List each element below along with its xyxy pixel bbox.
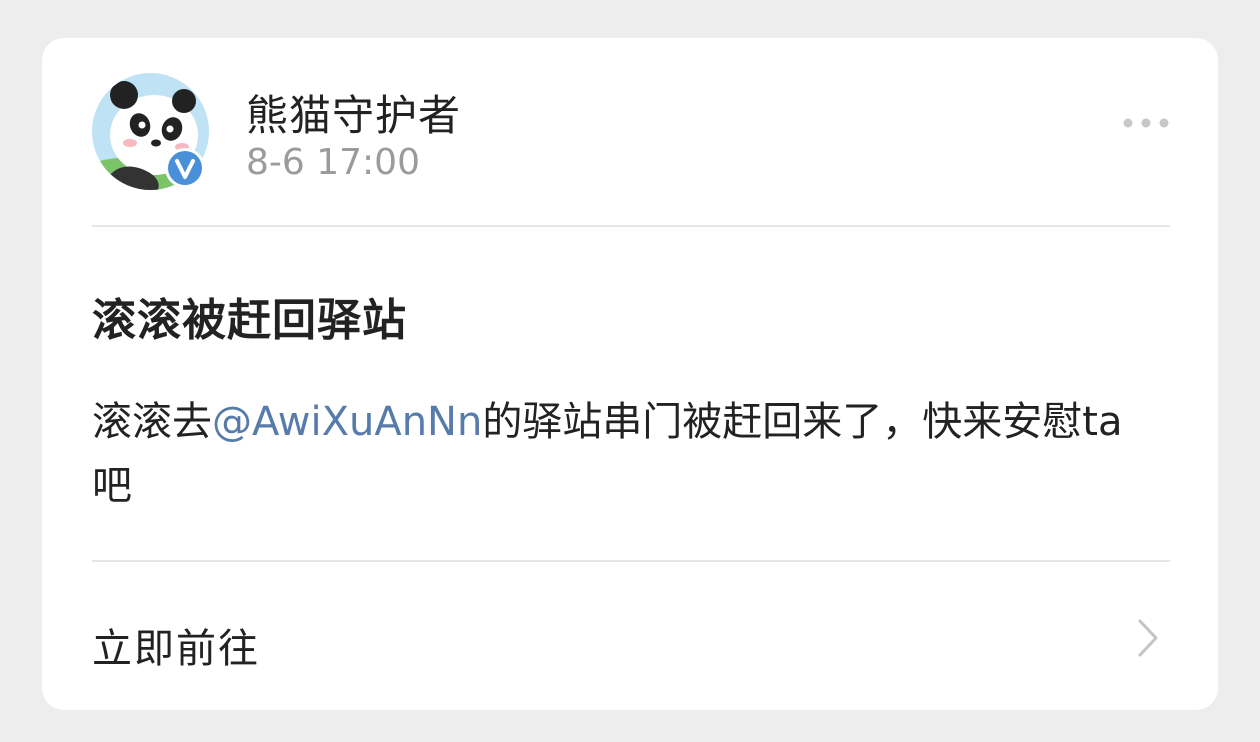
go-now-row[interactable]: 立即前往 [92, 598, 1170, 688]
author-avatar[interactable] [92, 73, 209, 190]
post-body: 滚滚去@AwiXuAnNn的驿站串门被赶回来了，快来安慰ta吧 [92, 390, 1162, 518]
notification-card: 熊猫守护者 8-6 17:00 滚滚被赶回驿站 滚滚去@AwiXuAnNn的驿站… [42, 38, 1218, 710]
go-now-label: 立即前往 [92, 626, 260, 672]
user-mention-link[interactable]: @AwiXuAnNn [212, 399, 482, 445]
action-divider [92, 560, 1170, 562]
chevron-right-icon [1138, 619, 1158, 657]
author-name[interactable]: 熊猫守护者 [246, 82, 461, 143]
header-divider [92, 225, 1170, 227]
verified-badge-icon [165, 148, 205, 188]
more-dots-icon[interactable] [1122, 116, 1170, 130]
post-header: 熊猫守护者 8-6 17:00 [92, 72, 1170, 192]
body-prefix: 滚滚去 [92, 399, 212, 445]
post-time: 8-6 17:00 [246, 142, 420, 183]
post-title: 滚滚被赶回驿站 [92, 295, 407, 346]
